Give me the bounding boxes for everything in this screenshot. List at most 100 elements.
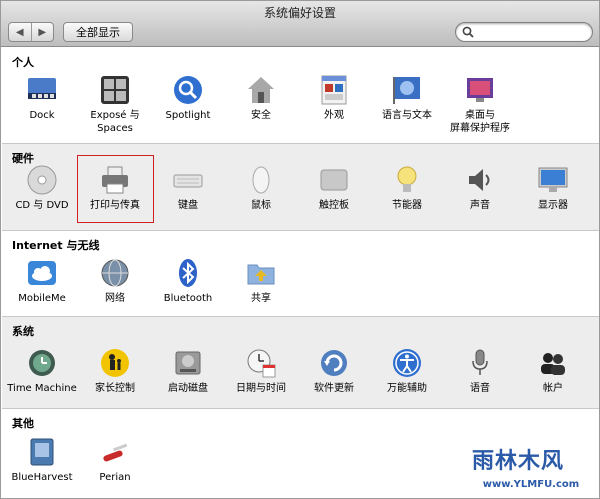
pref-sharing[interactable]: 共享 (221, 257, 301, 305)
search-field[interactable] (455, 22, 593, 42)
pref-mouse[interactable]: 鼠标 (221, 164, 301, 212)
pref-appearance[interactable]: 外观 (294, 74, 374, 122)
pref-speech[interactable]: 语音 (440, 347, 520, 395)
clock-calendar-icon (247, 349, 276, 378)
pref-parental-controls[interactable]: 家长控制 (75, 347, 155, 395)
pref-label: BlueHarvest (11, 472, 73, 483)
pref-label: 帐户 (543, 383, 563, 394)
perian-knife-icon (103, 443, 128, 462)
mouse-icon (252, 166, 270, 194)
microphone-icon (472, 349, 488, 375)
pref-spotlight[interactable]: Spotlight (148, 74, 228, 122)
pref-label: 万能辅助 (387, 383, 427, 394)
pref-accounts[interactable]: 帐户 (513, 347, 593, 395)
pref-trackpad[interactable]: 触控板 (294, 164, 374, 212)
pref-label: 安全 (251, 110, 271, 121)
desktop-screensaver-icon (467, 78, 493, 102)
pref-software-update[interactable]: 软件更新 (294, 347, 374, 395)
section-title-internet: Internet 与无线 (12, 239, 100, 252)
dock-icon (28, 78, 56, 99)
pref-mobileme[interactable]: MobileMe (2, 257, 82, 305)
forward-button[interactable]: ▶ (30, 23, 54, 41)
appearance-icon (321, 75, 347, 105)
universal-access-icon (393, 349, 421, 377)
parental-controls-icon (101, 349, 129, 377)
system-preferences-window: 系统偏好设置 ◀ ▶ 全部显示 个人 Dock Exposé 与 Spaces … (0, 0, 600, 499)
pref-label: 外观 (324, 110, 344, 121)
pref-expose-spaces[interactable]: Exposé 与 Spaces (75, 74, 155, 135)
section-title-system: 系统 (12, 325, 34, 338)
pref-label: 显示器 (538, 200, 568, 211)
pref-label: 声音 (470, 200, 490, 211)
watermark-url: www.YLMFU.com (466, 479, 596, 490)
pref-security[interactable]: 安全 (221, 74, 301, 122)
section-personal: 个人 Dock Exposé 与 Spaces Spotlight 安全 外观 … (2, 48, 599, 143)
pref-displays[interactable]: 显示器 (513, 164, 593, 212)
startup-disk-icon (175, 351, 201, 375)
pref-energy-saver[interactable]: 节能器 (367, 164, 447, 212)
pref-label: Time Machine (7, 383, 77, 394)
bluetooth-icon (179, 259, 197, 287)
pref-label: CD 与 DVD (15, 200, 69, 211)
expose-icon (101, 76, 129, 104)
spotlight-icon (174, 76, 202, 104)
pref-label: 语言与文本 (382, 110, 432, 121)
lightbulb-icon (397, 166, 417, 192)
pref-startup-disk[interactable]: 启动磁盘 (148, 347, 228, 395)
display-icon (538, 167, 568, 192)
window-title: 系统偏好设置 (263, 6, 336, 20)
show-all-button[interactable]: 全部显示 (63, 22, 133, 42)
pref-bluetooth[interactable]: Bluetooth (148, 257, 228, 305)
search-input[interactable] (478, 25, 588, 39)
back-button[interactable]: ◀ (9, 23, 31, 41)
flag-globe-icon (393, 77, 420, 104)
software-update-icon (321, 350, 347, 376)
back-forward-group: ◀ ▶ (8, 22, 54, 42)
pref-network[interactable]: 网络 (75, 257, 155, 305)
section-system: 系统 Time Machine 家长控制 启动磁盘 日期与时间 软件更新 万能辅… (2, 317, 599, 408)
blueharvest-icon (30, 438, 54, 466)
pref-label: 家长控制 (95, 383, 135, 394)
trackpad-icon (320, 169, 348, 191)
pref-label: 共享 (251, 293, 271, 304)
pref-label: 语音 (470, 383, 490, 394)
pref-label: 鼠标 (251, 200, 271, 211)
speaker-icon (469, 169, 490, 191)
pref-label: Bluetooth (163, 293, 213, 304)
pref-label: 桌面与 屏幕保护程序 (450, 110, 510, 134)
print-fax-highlight (77, 155, 154, 223)
section-title-other: 其他 (12, 417, 34, 430)
pref-language-text[interactable]: 语言与文本 (367, 74, 447, 122)
pref-label: 网络 (105, 293, 125, 304)
section-title-personal: 个人 (12, 56, 34, 69)
pref-sound[interactable]: 声音 (440, 164, 520, 212)
pref-dock[interactable]: Dock (2, 74, 82, 122)
search-icon (462, 26, 474, 38)
pref-desktop-screensaver[interactable]: 桌面与 屏幕保护程序 (440, 74, 520, 135)
keyboard-icon (173, 174, 203, 188)
accounts-icon (541, 353, 565, 375)
pref-label: Spotlight (165, 110, 211, 121)
pref-universal-access[interactable]: 万能辅助 (367, 347, 447, 395)
pref-time-machine[interactable]: Time Machine (2, 347, 82, 395)
pref-label: 节能器 (392, 200, 422, 211)
security-house-icon (248, 77, 274, 103)
cloud-icon (28, 261, 56, 285)
pref-label: 触控板 (319, 200, 349, 211)
pref-blueharvest[interactable]: BlueHarvest (2, 436, 82, 484)
pref-keyboard[interactable]: 键盘 (148, 164, 228, 212)
pref-label: 软件更新 (314, 383, 354, 394)
pref-label: 键盘 (178, 200, 198, 211)
pref-label: MobileMe (18, 293, 66, 304)
pref-perian[interactable]: Perian (75, 436, 155, 484)
pref-label: Perian (99, 472, 131, 483)
pref-date-time[interactable]: 日期与时间 (221, 347, 301, 395)
watermark-main: 雨林木风 (466, 439, 596, 479)
watermark-text: 雨林木风 (472, 449, 565, 474)
section-internet-wireless: Internet 与无线 MobileMe 网络 Bluetooth 共享 (2, 231, 599, 316)
pref-label: 日期与时间 (236, 383, 286, 394)
network-globe-icon (101, 259, 129, 287)
pref-cd-dvd[interactable]: CD 与 DVD (2, 164, 82, 212)
title-toolbar: 系统偏好设置 ◀ ▶ 全部显示 (1, 1, 599, 47)
pref-label: 启动磁盘 (168, 383, 208, 394)
